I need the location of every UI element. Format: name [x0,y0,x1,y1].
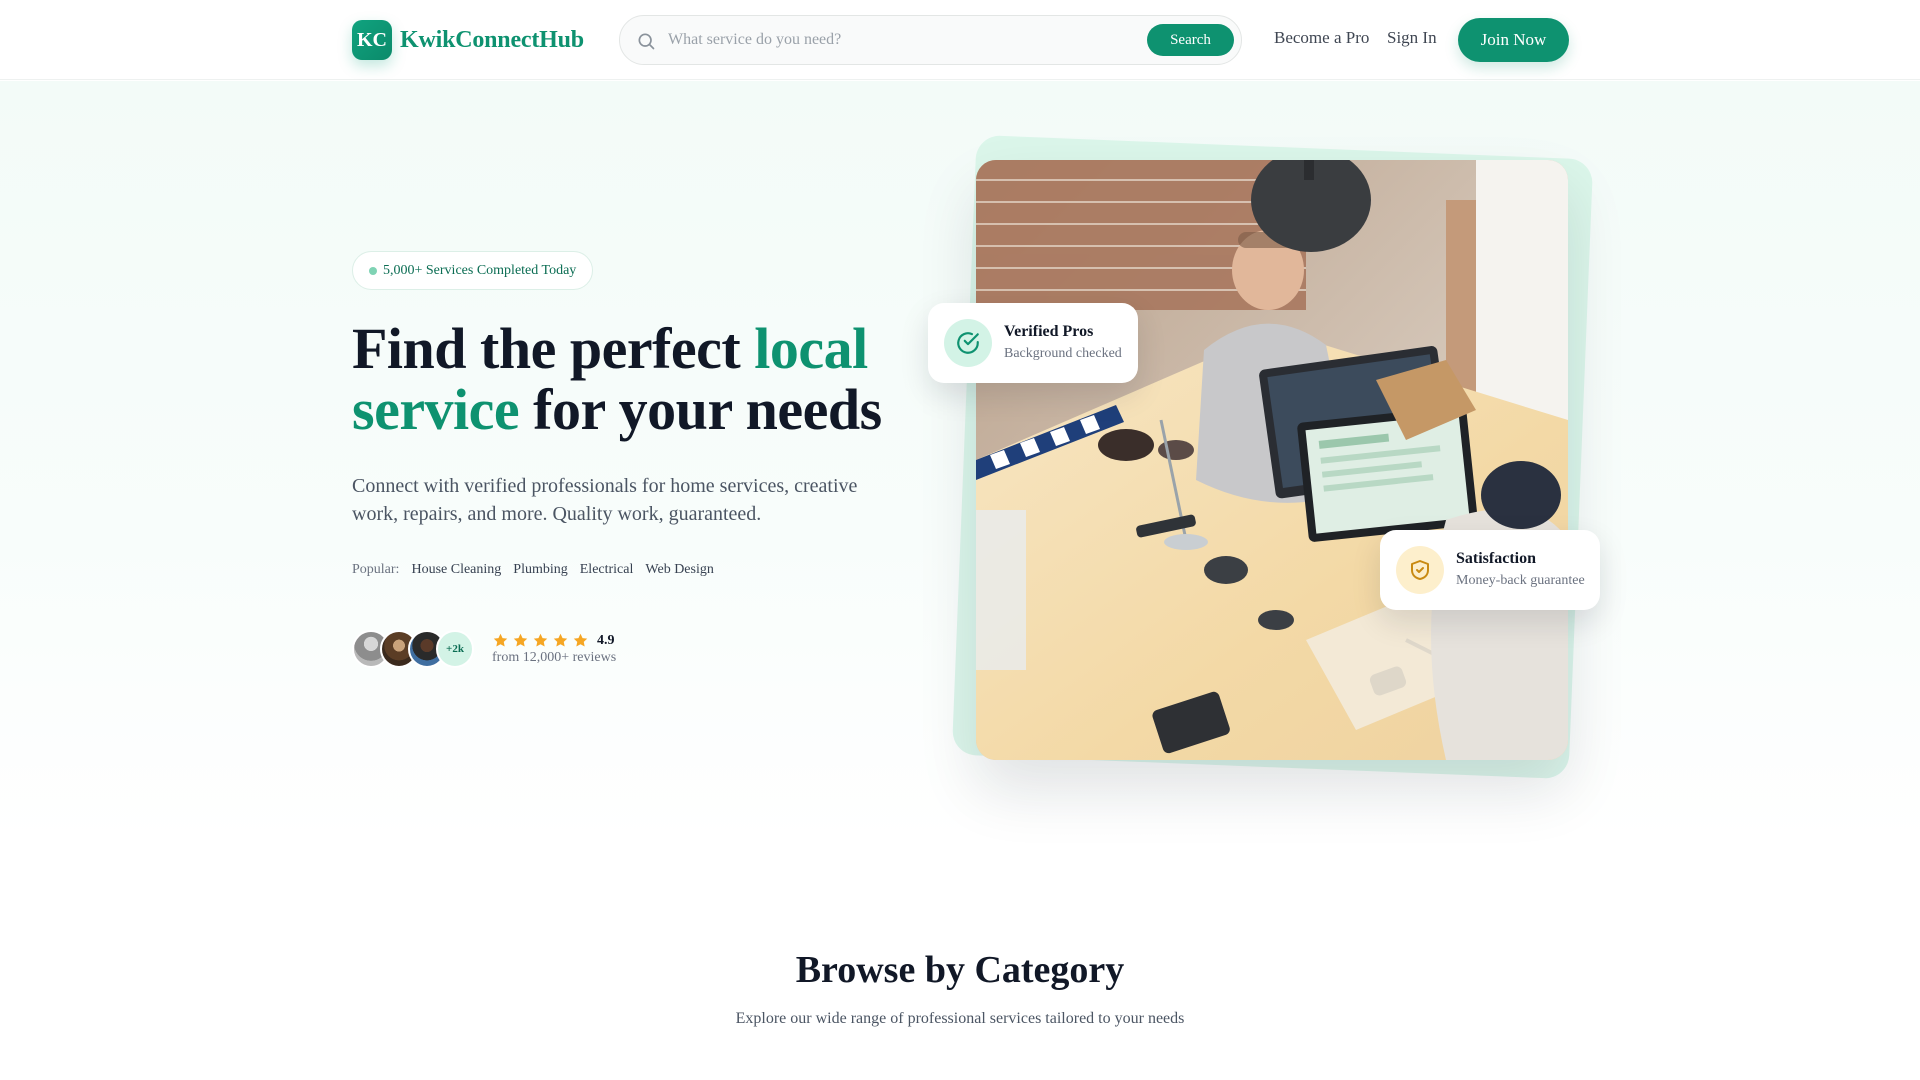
satisfaction-card: Satisfaction Money-back guarantee [1380,530,1600,610]
status-dot [369,267,377,275]
popular-tag-electrical[interactable]: Electrical [580,562,634,578]
rating-value: 4.9 [597,632,615,648]
star-icon [573,633,588,647]
popular-tag-web-design[interactable]: Web Design [645,562,713,578]
popular-searches: Popular: House Cleaning Plumbing Electri… [352,562,726,578]
search-button[interactable]: Search [1147,24,1234,56]
star-icon [513,633,528,647]
logo-mark: KC [352,20,392,60]
satisfaction-card-title: Satisfaction [1456,550,1536,567]
rating-stars: 4.9 [492,632,615,649]
verified-card-subtitle: Background checked [1004,346,1122,361]
satisfaction-icon-wrap [1396,546,1444,594]
check-circle-icon [957,332,979,354]
brand-logo-link[interactable]: KC KwikConnectHub [352,20,584,60]
popular-tag-house-cleaning[interactable]: House Cleaning [411,562,501,578]
browse-category-subtitle: Explore our wide range of professional s… [735,1010,1185,1027]
services-completed-badge: 5,000+ Services Completed Today [352,251,594,290]
sign-in-link[interactable]: Sign In [1387,28,1437,48]
hero-subtext: Connect with verified professionals for … [352,475,858,525]
popular-tag-plumbing[interactable]: Plumbing [513,562,567,578]
site-header: KC KwikConnectHub Search Become a Pro Si… [0,0,1920,80]
join-now-button[interactable]: Join Now [1458,18,1569,62]
shield-check-icon [1411,560,1429,580]
office-illustration [976,160,1568,760]
star-icon [553,633,568,647]
search-icon [638,33,655,50]
review-count: from 12,000+ reviews [492,650,617,665]
verified-icon-wrap [944,319,992,367]
search-bar: Search [619,15,1242,65]
popular-label: Popular: [352,562,400,577]
become-pro-link[interactable]: Become a Pro [1274,28,1369,48]
search-input[interactable] [668,25,1138,55]
brand-name: KwikConnectHub [400,26,584,53]
verified-pros-card: Verified Pros Background checked [928,303,1138,383]
headline-part-1: Find the perfect [352,316,755,381]
star-icon [533,633,548,647]
avatar-more-count: +2k [436,630,474,668]
hero-headline: Find the perfect local service for your … [352,318,952,440]
star-icon [493,633,508,647]
headline-part-2: for your needs [519,377,882,442]
hero-image-office-workspace [976,160,1568,760]
verified-card-title: Verified Pros [1004,323,1094,340]
badge-text: 5,000+ Services Completed Today [383,262,577,278]
satisfaction-card-subtitle: Money-back guarantee [1456,573,1585,588]
browse-category-title: Browse by Category [795,949,1125,991]
